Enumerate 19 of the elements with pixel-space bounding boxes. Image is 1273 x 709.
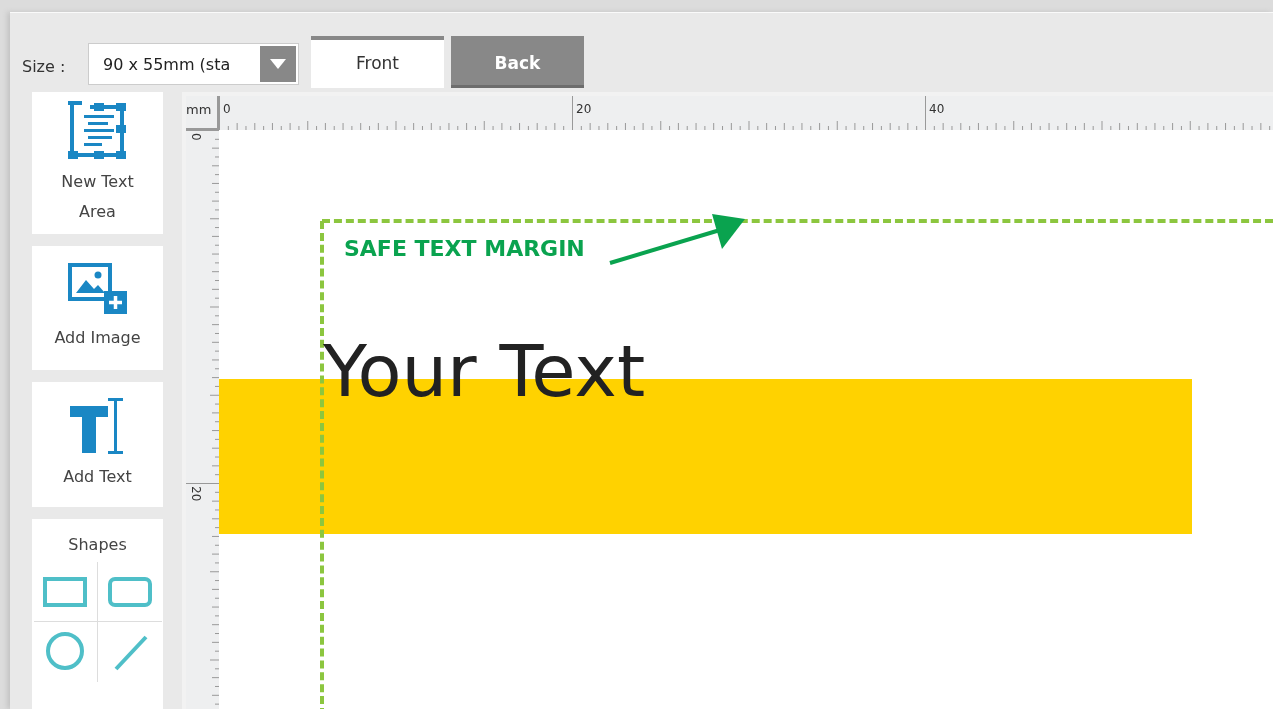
caret-icon[interactable]	[260, 46, 296, 82]
add-image-icon	[67, 263, 128, 315]
margin-label: SAFE TEXT MARGIN	[344, 236, 585, 261]
ruler-unit: mm	[186, 96, 219, 130]
tool-button[interactable]: Add Text	[32, 382, 163, 507]
ruler-label: 0	[189, 133, 203, 141]
size-dropdown[interactable]: 90 x 55mm (sta	[88, 43, 299, 85]
text-area-icon	[67, 99, 128, 159]
shapes-title: Shapes	[68, 535, 127, 554]
ruler-label: 20	[189, 486, 203, 502]
ruler-label: 40	[929, 102, 945, 116]
tool-button[interactable]: New Text Area	[32, 92, 163, 234]
ruler-label: 20	[576, 102, 592, 116]
tool-button[interactable]: Add Image	[32, 246, 163, 370]
ruler-label: 0	[223, 102, 231, 116]
tab[interactable]: Back	[451, 36, 584, 88]
tab[interactable]: Front	[311, 36, 444, 88]
size-label: Size :	[22, 57, 67, 76]
text-tool-icon	[69, 397, 126, 454]
